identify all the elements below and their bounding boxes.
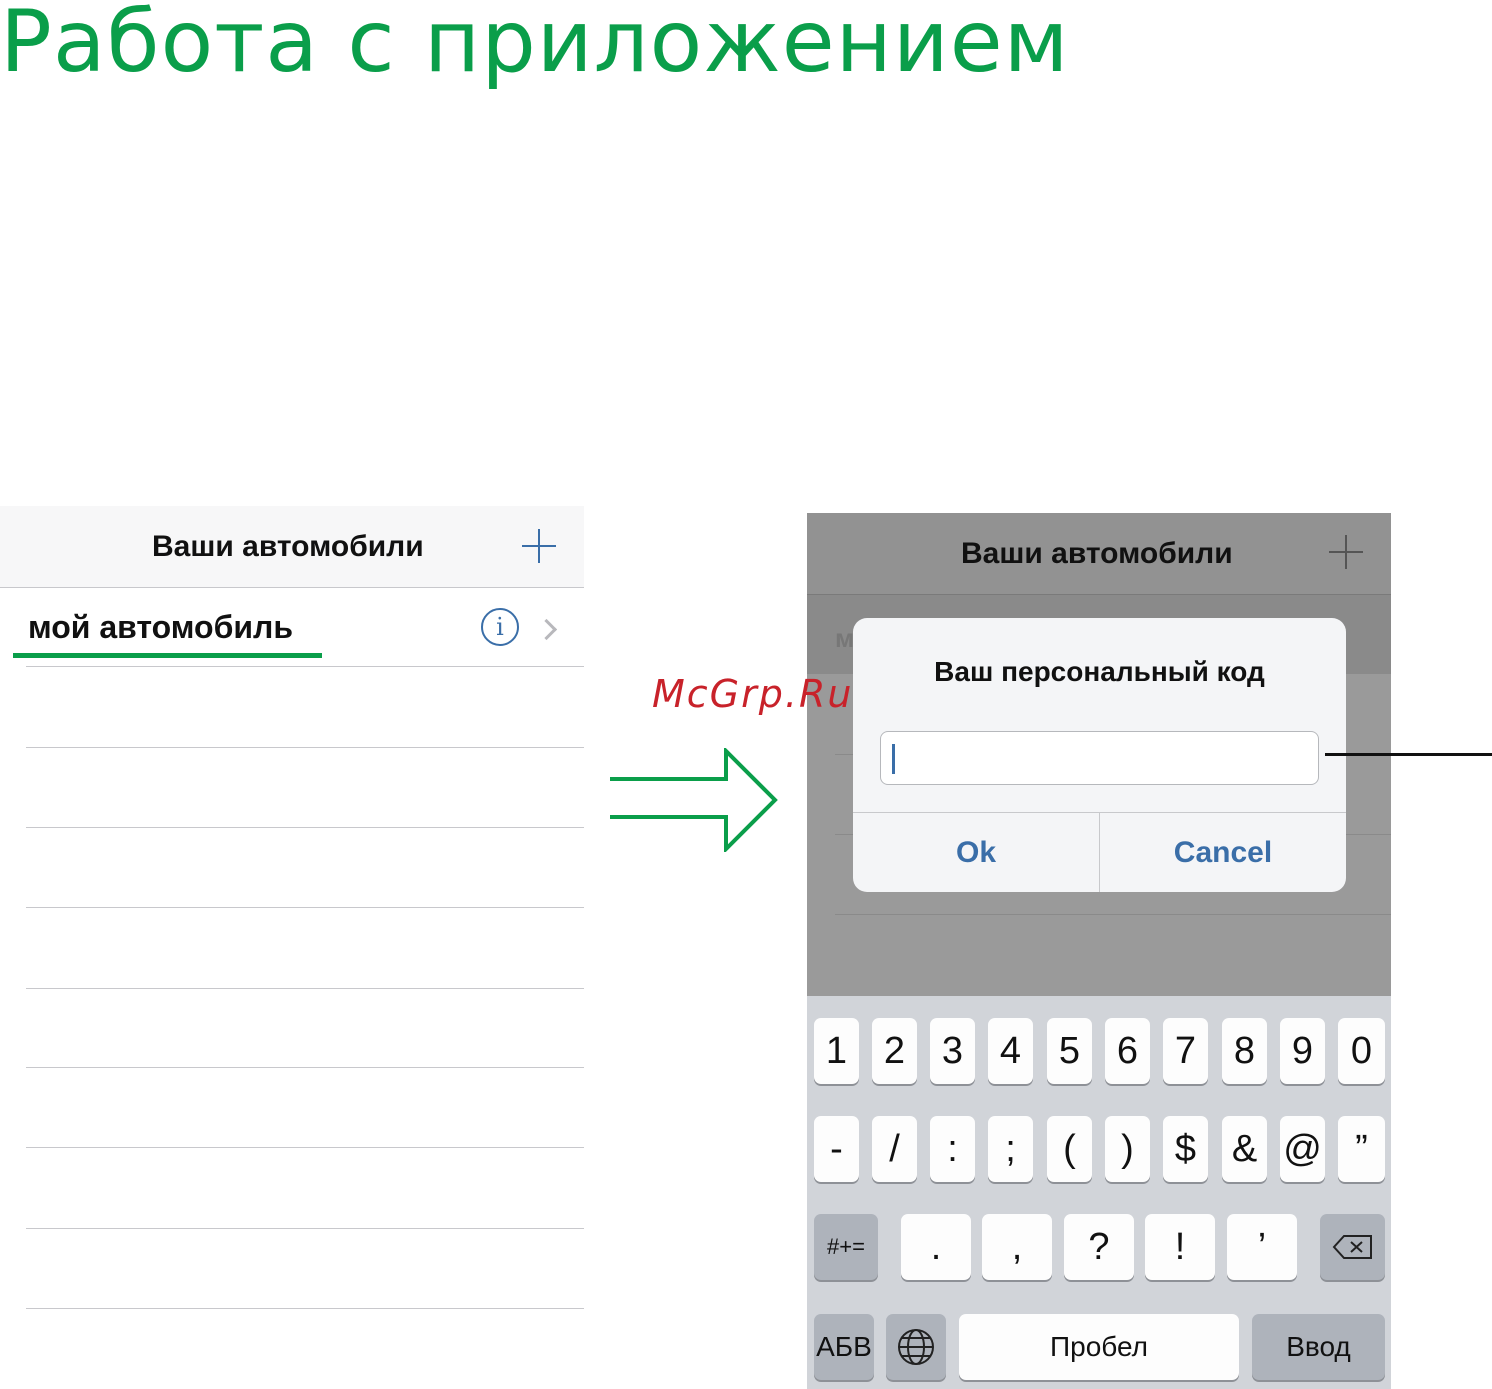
- key-colon[interactable]: :: [930, 1116, 975, 1182]
- nav-title: Ваши автомобили: [152, 530, 424, 563]
- highlight-underline: [13, 653, 322, 658]
- key-0[interactable]: 0: [1338, 1018, 1385, 1084]
- alphabet-mode-key[interactable]: АБВ: [814, 1314, 874, 1380]
- chevron-right-icon: [535, 618, 558, 641]
- row-separator: [26, 827, 584, 828]
- watermark: McGrp.Ru: [652, 672, 854, 716]
- cars-list-screen: Ваши автомобили мой автомобиль i: [0, 506, 584, 1326]
- symbols-mode-key[interactable]: #+=: [814, 1214, 878, 1280]
- nav-bar-dimmed: Ваши автомобили: [807, 513, 1391, 595]
- key-question[interactable]: ?: [1064, 1214, 1134, 1280]
- row-separator: [835, 914, 1391, 915]
- add-car-icon[interactable]: [522, 529, 556, 563]
- key-9[interactable]: 9: [1280, 1018, 1325, 1084]
- callout-line: [1325, 753, 1492, 756]
- row-separator: [26, 1228, 584, 1229]
- ok-button[interactable]: Ok: [853, 813, 1099, 892]
- key-at[interactable]: @: [1280, 1116, 1325, 1182]
- globe-key[interactable]: [886, 1314, 946, 1380]
- key-1[interactable]: 1: [814, 1018, 859, 1084]
- key-3[interactable]: 3: [930, 1018, 975, 1084]
- code-entry-screen: Ваши автомобили м Ваш персональный код O…: [807, 513, 1391, 1389]
- backspace-icon: [1332, 1235, 1372, 1259]
- numeric-keyboard: 1 2 3 4 5 6 7 8 9 0 - / : ; ( ) $ & @ ” …: [807, 996, 1391, 1389]
- key-7[interactable]: 7: [1163, 1018, 1208, 1084]
- return-key[interactable]: Ввод: [1252, 1314, 1385, 1380]
- row-separator: [26, 907, 584, 908]
- row-separator: [26, 666, 584, 667]
- personal-code-input[interactable]: [880, 731, 1319, 785]
- add-car-icon: [1329, 535, 1363, 569]
- info-icon[interactable]: i: [481, 608, 519, 646]
- key-4[interactable]: 4: [988, 1018, 1033, 1084]
- space-key[interactable]: Пробел: [959, 1314, 1239, 1380]
- globe-icon: [898, 1329, 934, 1365]
- dialog-title: Ваш персональный код: [934, 656, 1265, 687]
- key-8[interactable]: 8: [1222, 1018, 1267, 1084]
- car-row-initial: м: [835, 623, 855, 653]
- row-separator: [26, 1067, 584, 1068]
- row-separator: [26, 1308, 584, 1309]
- transition-arrow-icon: [610, 748, 778, 852]
- key-exclamation[interactable]: !: [1145, 1214, 1215, 1280]
- key-slash[interactable]: /: [872, 1116, 917, 1182]
- key-5[interactable]: 5: [1047, 1018, 1092, 1084]
- key-paren-open[interactable]: (: [1047, 1116, 1092, 1182]
- key-paren-close[interactable]: ): [1105, 1116, 1150, 1182]
- page-heading: Работа с приложением: [0, 0, 1070, 92]
- nav-title: Ваши автомобили: [961, 537, 1233, 570]
- key-6[interactable]: 6: [1105, 1018, 1150, 1084]
- nav-bar: Ваши автомобили: [0, 506, 584, 588]
- key-hyphen[interactable]: -: [814, 1116, 859, 1182]
- row-separator: [26, 747, 584, 748]
- cancel-button[interactable]: Cancel: [1100, 813, 1346, 892]
- key-semicolon[interactable]: ;: [988, 1116, 1033, 1182]
- key-dollar[interactable]: $: [1163, 1116, 1208, 1182]
- key-apostrophe[interactable]: ’: [1227, 1214, 1297, 1280]
- delete-key[interactable]: [1320, 1214, 1385, 1280]
- key-2[interactable]: 2: [872, 1018, 917, 1084]
- car-row-label[interactable]: мой автомобиль: [28, 609, 293, 646]
- key-quote[interactable]: ”: [1338, 1116, 1385, 1182]
- row-separator: [26, 1147, 584, 1148]
- key-period[interactable]: .: [901, 1214, 971, 1280]
- key-ampersand[interactable]: &: [1222, 1116, 1267, 1182]
- row-separator: [26, 988, 584, 989]
- text-caret: [892, 744, 895, 774]
- key-comma[interactable]: ,: [982, 1214, 1052, 1280]
- personal-code-dialog: Ваш персональный код Ok Cancel: [853, 618, 1346, 892]
